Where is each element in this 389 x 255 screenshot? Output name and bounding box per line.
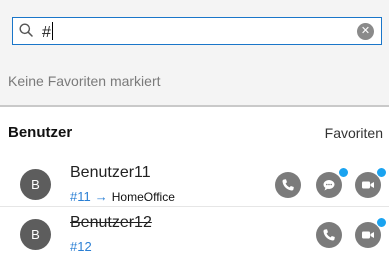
call-button[interactable] — [275, 172, 301, 198]
chat-status-badge — [338, 167, 349, 178]
user-number: #12 — [70, 239, 92, 254]
user-subline: #11 → HomeOffice — [70, 189, 175, 204]
video-icon — [362, 181, 374, 189]
text-caret — [51, 22, 53, 40]
user-row[interactable]: B Benutzer11 #11 → HomeOffice — [0, 160, 389, 207]
video-icon — [362, 231, 374, 239]
search-input-text: # — [42, 22, 53, 41]
video-status-badge — [376, 217, 387, 228]
chat-button[interactable] — [316, 172, 342, 198]
favorites-empty-text: Keine Favoriten markiert — [8, 73, 161, 89]
search-area: # ✕ — [0, 0, 389, 57]
user-row[interactable]: B Benutzer12 #12 — [0, 210, 389, 255]
video-status-badge — [376, 167, 387, 178]
user-name: Benutzer12 — [70, 214, 152, 231]
phone-icon — [323, 229, 335, 241]
section-title: Benutzer — [8, 124, 73, 141]
user-name: Benutzer11 — [70, 164, 151, 181]
avatar: B — [20, 219, 51, 250]
favorites-panel: Keine Favoriten markiert — [0, 57, 389, 107]
arrow-right-icon: → — [94, 189, 108, 204]
search-input[interactable]: # ✕ — [12, 17, 382, 45]
call-button[interactable] — [316, 222, 342, 248]
user-status: HomeOffice — [111, 190, 175, 204]
chat-icon — [323, 180, 335, 191]
close-icon[interactable]: ✕ — [357, 23, 374, 40]
user-number: #11 — [70, 189, 91, 204]
search-icon — [19, 23, 33, 37]
avatar: B — [20, 169, 51, 200]
favorites-link[interactable]: Favoriten — [325, 125, 383, 141]
phone-icon — [282, 179, 294, 191]
users-section-header: Benutzer Favoriten — [0, 107, 389, 155]
